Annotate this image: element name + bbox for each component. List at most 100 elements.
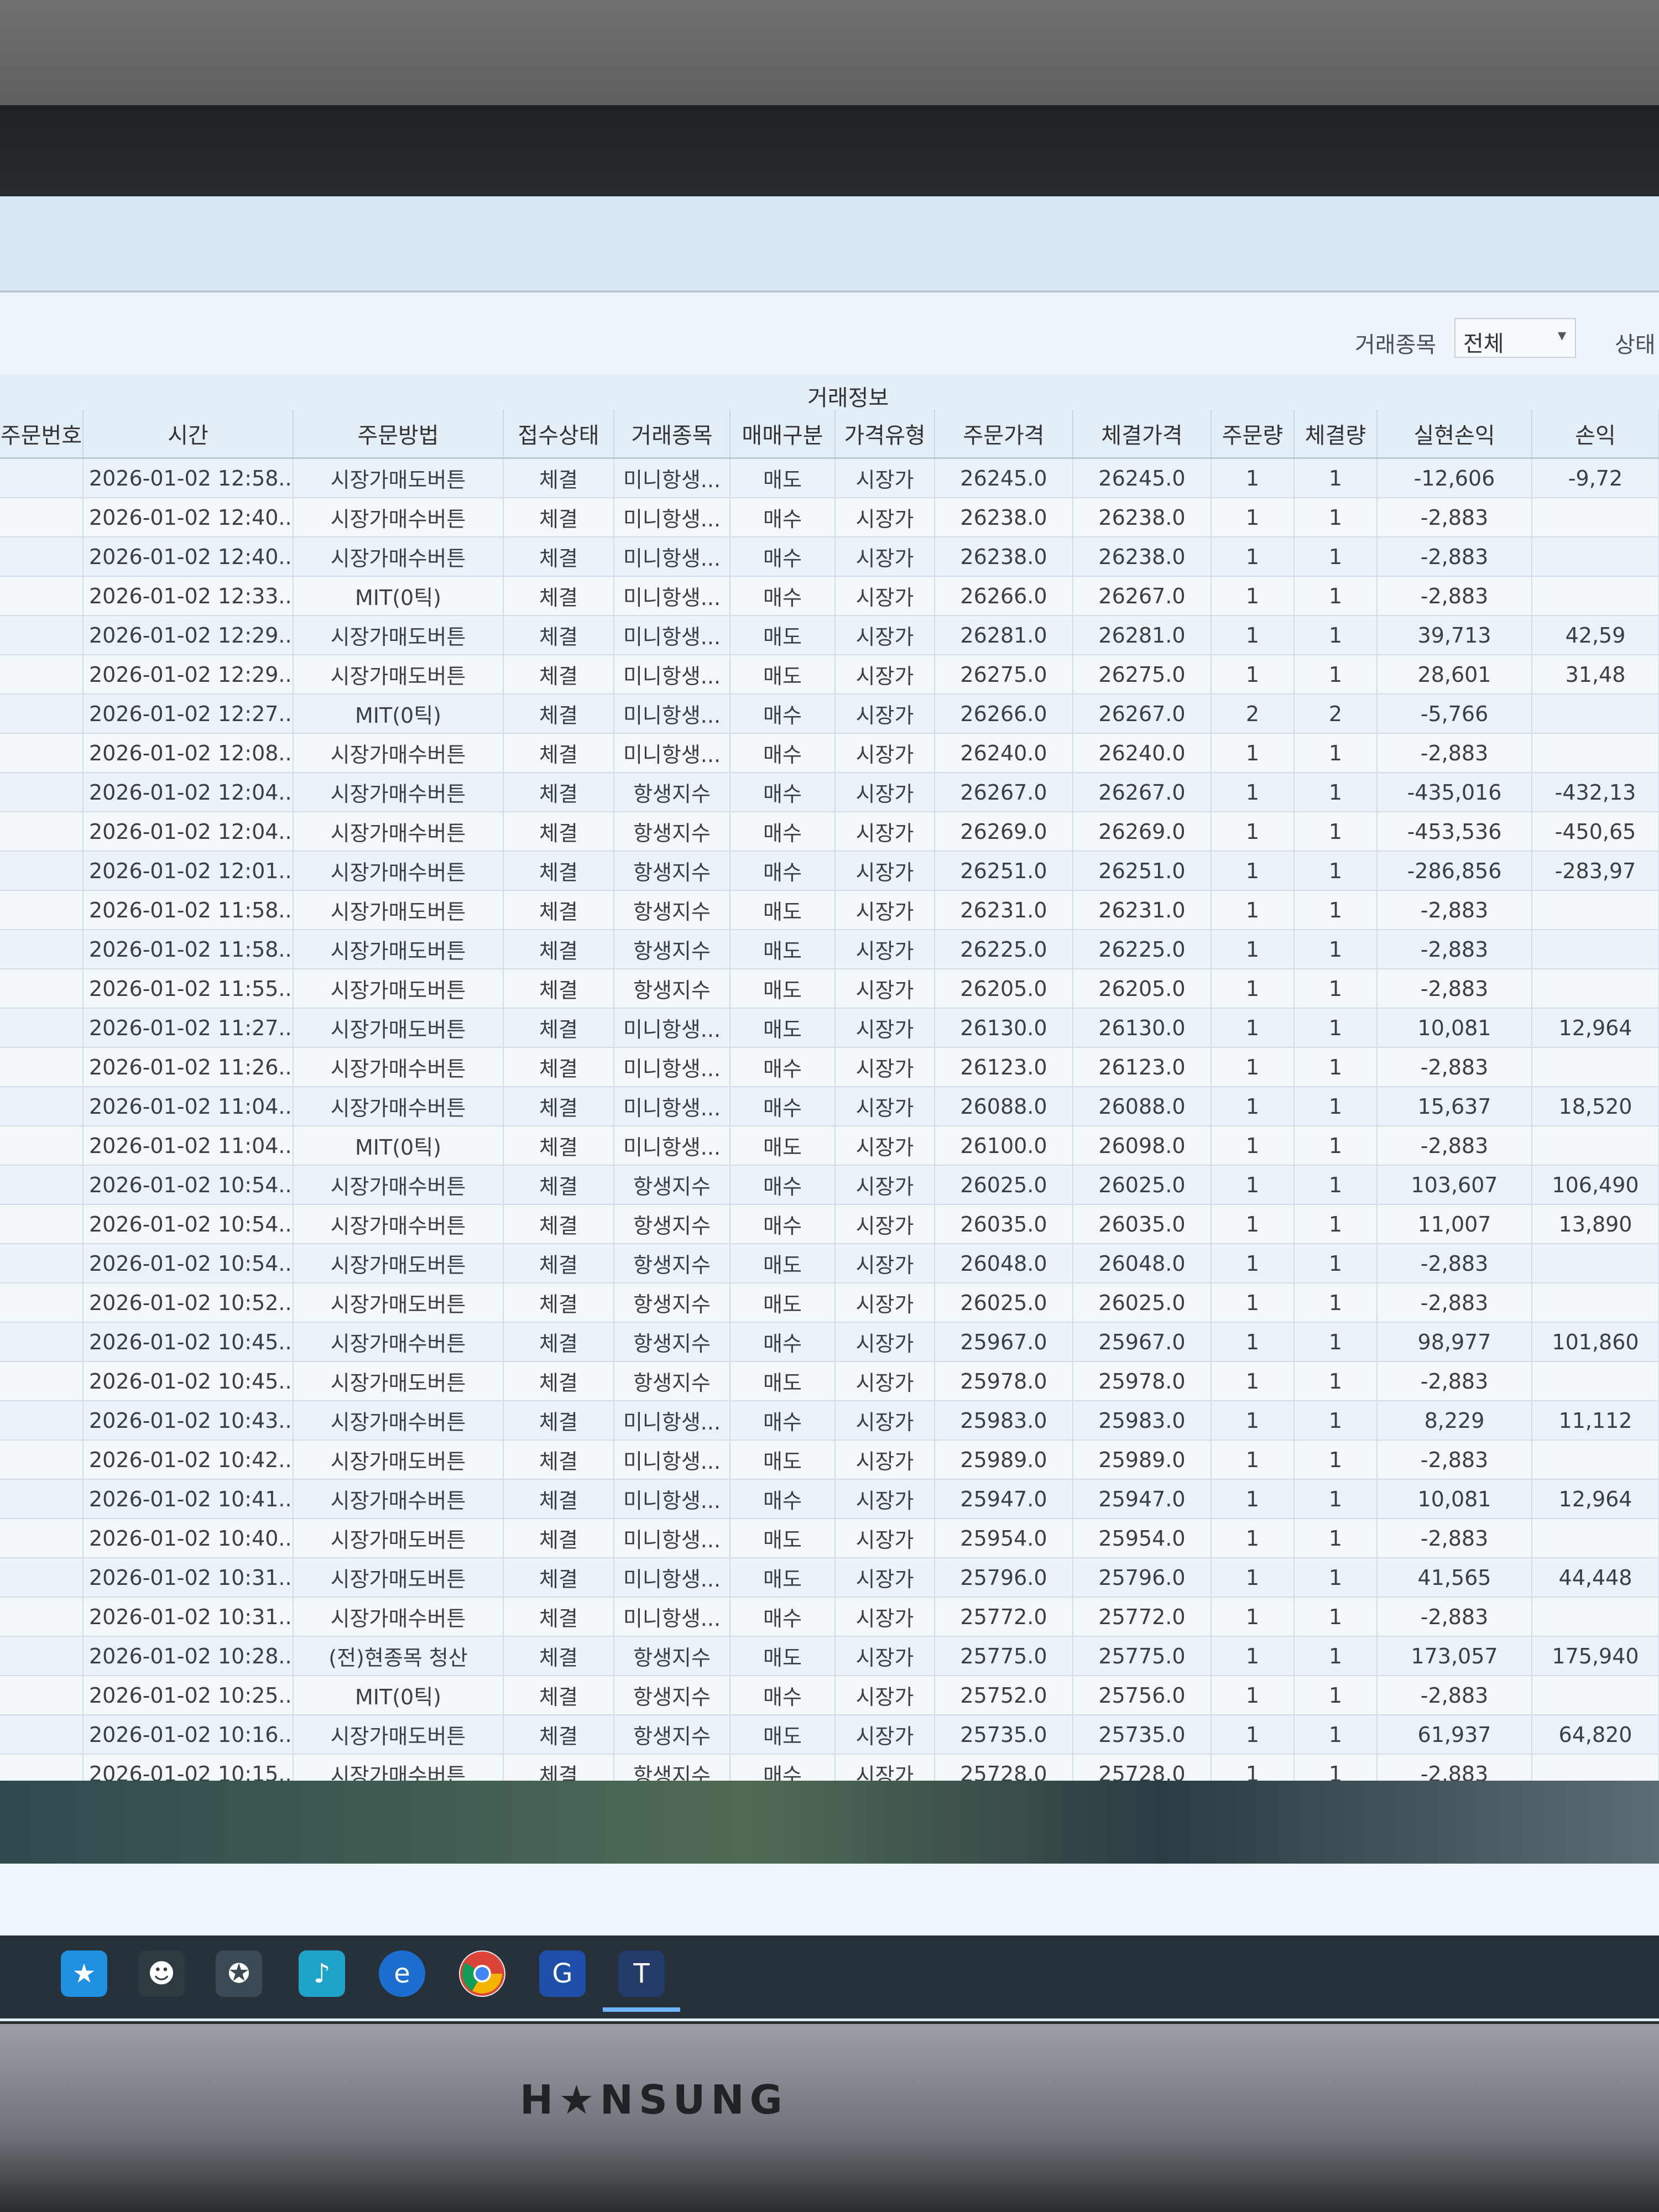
table-row[interactable]: 2026-01-02 10:54... 시장가매도버튼 체결 항생지수 매도 시장가 260… bbox=[0, 1244, 1659, 1284]
cell-fill-qty: 1 bbox=[1294, 812, 1378, 852]
column-header-order-qty[interactable]: 주문량 bbox=[1211, 410, 1295, 459]
table-row[interactable]: 2026-01-02 11:58... 시장가매도버튼 체결 항생지수 매도 시장가 262… bbox=[0, 930, 1659, 969]
cell-fill-qty: 1 bbox=[1294, 1558, 1378, 1598]
cell-pnl: 106,490 bbox=[1532, 1165, 1659, 1205]
cell-side: 매도 bbox=[730, 1519, 836, 1558]
table-row[interactable]: 2026-01-02 11:55... 시장가매도버튼 체결 항생지수 매도 시장가 262… bbox=[0, 969, 1659, 1009]
cell-fill-price: 25796.0 bbox=[1073, 1558, 1212, 1598]
cell-instrument: 항생지수 bbox=[614, 851, 731, 891]
app-icon-1[interactable]: ★ bbox=[61, 1950, 107, 1997]
table-row[interactable]: 2026-01-02 12:01... 시장가매수버튼 체결 항생지수 매수 시장가 262… bbox=[0, 851, 1659, 891]
cell-fill-qty: 1 bbox=[1294, 1715, 1378, 1755]
cell-order-qty: 1 bbox=[1211, 1361, 1295, 1401]
cell-fill-price: 25954.0 bbox=[1073, 1519, 1212, 1558]
app-icon-3[interactable]: ✪ bbox=[216, 1950, 262, 1997]
cell-fill-qty: 1 bbox=[1294, 1126, 1378, 1166]
column-header-price-type[interactable]: 가격유형 bbox=[835, 410, 935, 459]
table-row[interactable]: 2026-01-02 11:04... MIT(0틱) 체결 미니항생... 매도 시장가… bbox=[0, 1126, 1659, 1166]
table-row[interactable]: 2026-01-02 10:25... MIT(0틱) 체결 항생지수 매수 시장가 257… bbox=[0, 1676, 1659, 1715]
table-row[interactable]: 2026-01-02 12:27... MIT(0틱) 체결 미니항생... 매수 시장가… bbox=[0, 694, 1659, 734]
table-row[interactable]: 2026-01-02 10:45... 시장가매수버튼 체결 항생지수 매수 시장가 259… bbox=[0, 1322, 1659, 1362]
chevron-down-icon: ▾ bbox=[1557, 326, 1566, 345]
cell-price-type: 시장가 bbox=[835, 1087, 935, 1126]
table-row[interactable]: 2026-01-02 10:42... 시장가매도버튼 체결 미니항생... 매도 시장가… bbox=[0, 1440, 1659, 1480]
table-row[interactable]: 2026-01-02 10:41... 시장가매수버튼 체결 미니항생... 매수 시장가… bbox=[0, 1479, 1659, 1519]
cell-instrument: 미니항생... bbox=[614, 1479, 731, 1519]
table-row[interactable]: 2026-01-02 10:43... 시장가매수버튼 체결 미니항생... 매수 시장가… bbox=[0, 1401, 1659, 1441]
table-row[interactable]: 2026-01-02 12:58... 시장가매도버튼 체결 미니항생... 매도 시장가… bbox=[0, 458, 1659, 498]
cell-order-qty: 1 bbox=[1211, 1440, 1295, 1480]
column-header-order-price[interactable]: 주문가격 bbox=[935, 410, 1073, 459]
cell-fill-qty: 1 bbox=[1294, 1676, 1378, 1715]
table-row[interactable]: 2026-01-02 10:28... (전)현종목 청산 체결 항생지수 매도 시장가 2… bbox=[0, 1636, 1659, 1676]
cell-pnl bbox=[1532, 1047, 1659, 1087]
column-header-pnl[interactable]: 손익 bbox=[1532, 410, 1659, 459]
table-row[interactable]: 2026-01-02 10:31... 시장가매수버튼 체결 미니항생... 매수 시장가… bbox=[0, 1597, 1659, 1637]
cell-status: 체결 bbox=[503, 1401, 614, 1441]
table-row[interactable]: 2026-01-02 12:08... 시장가매수버튼 체결 미니항생... 매수 시장가… bbox=[0, 733, 1659, 773]
column-header-fill-qty[interactable]: 체결량 bbox=[1294, 410, 1378, 459]
table-row[interactable]: 2026-01-02 11:04... 시장가매수버튼 체결 미니항생... 매수 시장가… bbox=[0, 1087, 1659, 1126]
cell-price-type: 시장가 bbox=[835, 1204, 935, 1244]
column-header-order-method[interactable]: 주문방법 bbox=[293, 410, 504, 459]
column-header-order-number[interactable]: 주문번호 bbox=[0, 410, 84, 459]
table-row[interactable]: 2026-01-02 10:40... 시장가매도버튼 체결 미니항생... 매도 시장가… bbox=[0, 1519, 1659, 1558]
cell-instrument: 항생지수 bbox=[614, 1361, 731, 1401]
cell-fill-price: 26130.0 bbox=[1073, 1008, 1212, 1048]
cell-order-number bbox=[0, 851, 84, 891]
table-row[interactable]: 2026-01-02 12:40... 시장가매수버튼 체결 미니항생... 매수 시장가… bbox=[0, 537, 1659, 577]
table-row[interactable]: 2026-01-02 12:29... 시장가매도버튼 체결 미니항생... 매도 시장가… bbox=[0, 655, 1659, 695]
cell-status: 체결 bbox=[503, 1361, 614, 1401]
cell-price-type: 시장가 bbox=[835, 773, 935, 812]
cell-pnl bbox=[1532, 1283, 1659, 1323]
edge-icon[interactable]: e bbox=[379, 1950, 425, 1997]
cell-order-method: 시장가매도버튼 bbox=[293, 890, 504, 930]
table-row[interactable]: 2026-01-02 12:33... MIT(0틱) 체결 미니항생... 매수 시장가… bbox=[0, 576, 1659, 616]
cell-price-type: 시장가 bbox=[835, 1244, 935, 1284]
cell-realized-pnl: 173,057 bbox=[1377, 1636, 1532, 1676]
table-row[interactable]: 2026-01-02 10:16... 시장가매도버튼 체결 항생지수 매도 시장가 257… bbox=[0, 1715, 1659, 1755]
column-header-time[interactable]: 시간 bbox=[83, 410, 294, 459]
table-row[interactable]: 2026-01-02 11:26... 시장가매수버튼 체결 미니항생... 매수 시장가… bbox=[0, 1047, 1659, 1087]
table-row[interactable]: 2026-01-02 10:31... 시장가매도버튼 체결 미니항생... 매도 시장가… bbox=[0, 1558, 1659, 1598]
cell-side: 매도 bbox=[730, 615, 836, 655]
cell-time: 2026-01-02 12:01... bbox=[83, 851, 294, 891]
table-row[interactable]: 2026-01-02 12:04... 시장가매수버튼 체결 항생지수 매수 시장가 262… bbox=[0, 812, 1659, 852]
cell-order-number bbox=[0, 1008, 84, 1048]
cell-order-price: 26025.0 bbox=[935, 1283, 1073, 1323]
column-header-receipt-status[interactable]: 접수상태 bbox=[503, 410, 614, 459]
app-icon-2[interactable]: ☻ bbox=[138, 1950, 185, 1997]
app-icon-4[interactable]: ♪ bbox=[299, 1950, 345, 1997]
cell-price-type: 시장가 bbox=[835, 1676, 935, 1715]
column-header-instrument[interactable]: 거래종목 bbox=[614, 410, 731, 459]
cell-order-price: 26238.0 bbox=[935, 537, 1073, 577]
column-header-trade-side[interactable]: 매매구분 bbox=[730, 410, 836, 459]
table-row[interactable]: 2026-01-02 12:29... 시장가매도버튼 체결 미니항생... 매도 시장가… bbox=[0, 615, 1659, 655]
cell-order-qty: 1 bbox=[1211, 1126, 1295, 1166]
cell-order-number bbox=[0, 773, 84, 812]
cell-fill-qty: 1 bbox=[1294, 1204, 1378, 1244]
cell-fill-qty: 1 bbox=[1294, 1597, 1378, 1637]
table-row[interactable]: 2026-01-02 11:58... 시장가매도버튼 체결 항생지수 매도 시장가 262… bbox=[0, 890, 1659, 930]
cell-status: 체결 bbox=[503, 1597, 614, 1637]
chrome-icon[interactable] bbox=[459, 1950, 505, 1997]
table-row[interactable]: 2026-01-02 12:04... 시장가매수버튼 체결 항생지수 매수 시장가 262… bbox=[0, 773, 1659, 812]
cell-fill-qty: 1 bbox=[1294, 1322, 1378, 1362]
table-row[interactable]: 2026-01-02 12:40... 시장가매수버튼 체결 미니항생... 매수 시장가… bbox=[0, 498, 1659, 538]
table-row[interactable]: 2026-01-02 10:54... 시장가매수버튼 체결 항생지수 매수 시장가 260… bbox=[0, 1165, 1659, 1205]
cell-realized-pnl: -2,883 bbox=[1377, 537, 1532, 577]
table-row[interactable]: 2026-01-02 11:27... 시장가매도버튼 체결 미니항생... 매도 시장가… bbox=[0, 1008, 1659, 1048]
trading-app-icon[interactable]: T bbox=[618, 1950, 665, 1997]
table-row[interactable]: 2026-01-02 10:52... 시장가매도버튼 체결 항생지수 매도 시장가 260… bbox=[0, 1283, 1659, 1323]
table-row[interactable]: 2026-01-02 10:54... 시장가매수버튼 체결 항생지수 매수 시장가 260… bbox=[0, 1204, 1659, 1244]
cell-realized-pnl: -2,883 bbox=[1377, 1047, 1532, 1087]
cell-order-number bbox=[0, 1204, 84, 1244]
instrument-filter-select[interactable]: 전체 ▾ bbox=[1454, 318, 1576, 358]
column-header-fill-price[interactable]: 체결가격 bbox=[1073, 410, 1212, 459]
column-header-realized-pnl[interactable]: 실현손익 bbox=[1377, 410, 1532, 459]
cell-time: 2026-01-02 10:31... bbox=[83, 1558, 294, 1598]
table-row[interactable]: 2026-01-02 10:45... 시장가매도버튼 체결 항생지수 매도 시장가 259… bbox=[0, 1361, 1659, 1401]
cell-order-number bbox=[0, 969, 84, 1009]
g-app-icon[interactable]: G bbox=[539, 1950, 586, 1997]
cell-order-price: 26231.0 bbox=[935, 890, 1073, 930]
